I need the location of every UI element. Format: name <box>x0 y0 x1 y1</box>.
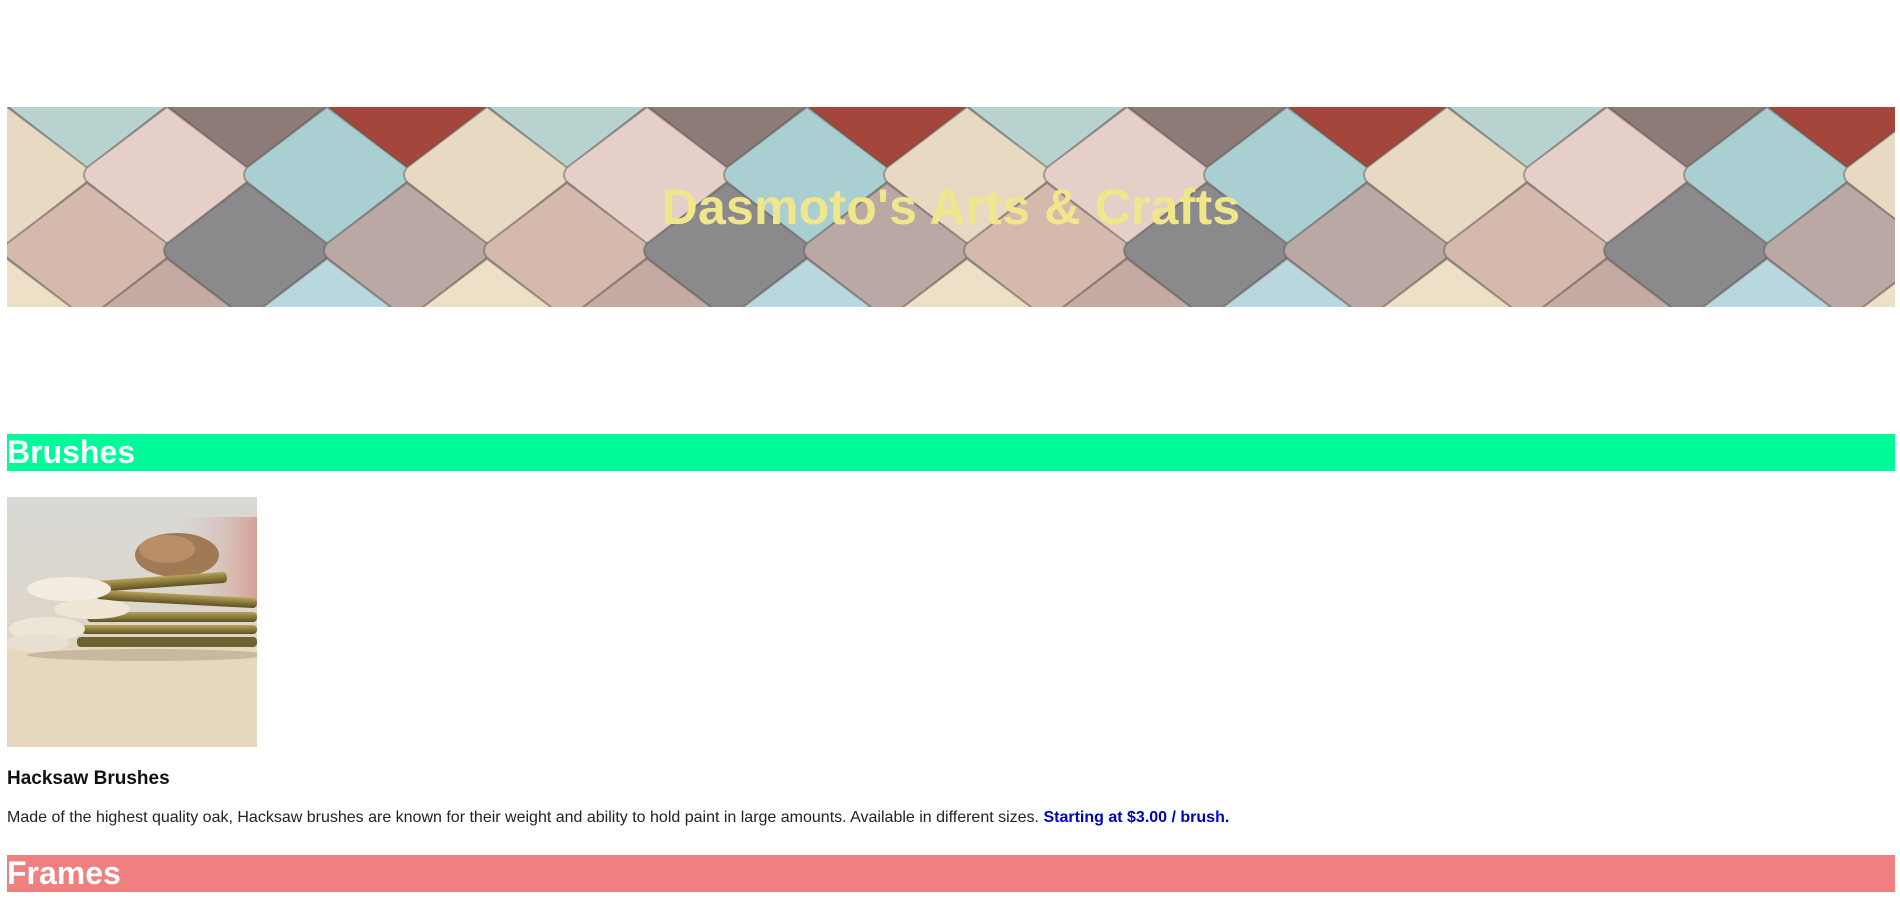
product-price: Starting at $3.00 / brush. <box>1043 809 1230 826</box>
page: Dasmoto's Arts & Crafts Brushes Hacksaw … <box>0 0 1900 905</box>
product-description: Made of the highest quality oak, Hacksaw… <box>7 809 1229 827</box>
product-description-text: Made of the highest quality oak, Hacksaw… <box>7 809 1039 826</box>
header-banner: Dasmoto's Arts & Crafts <box>7 107 1895 307</box>
hacksaw-brushes-image <box>7 497 257 747</box>
frames-heading: Frames <box>7 855 1895 892</box>
brushes-heading: Brushes <box>7 434 1895 471</box>
site-title: Dasmoto's Arts & Crafts <box>661 179 1241 235</box>
product-title: Hacksaw Brushes <box>7 768 170 789</box>
